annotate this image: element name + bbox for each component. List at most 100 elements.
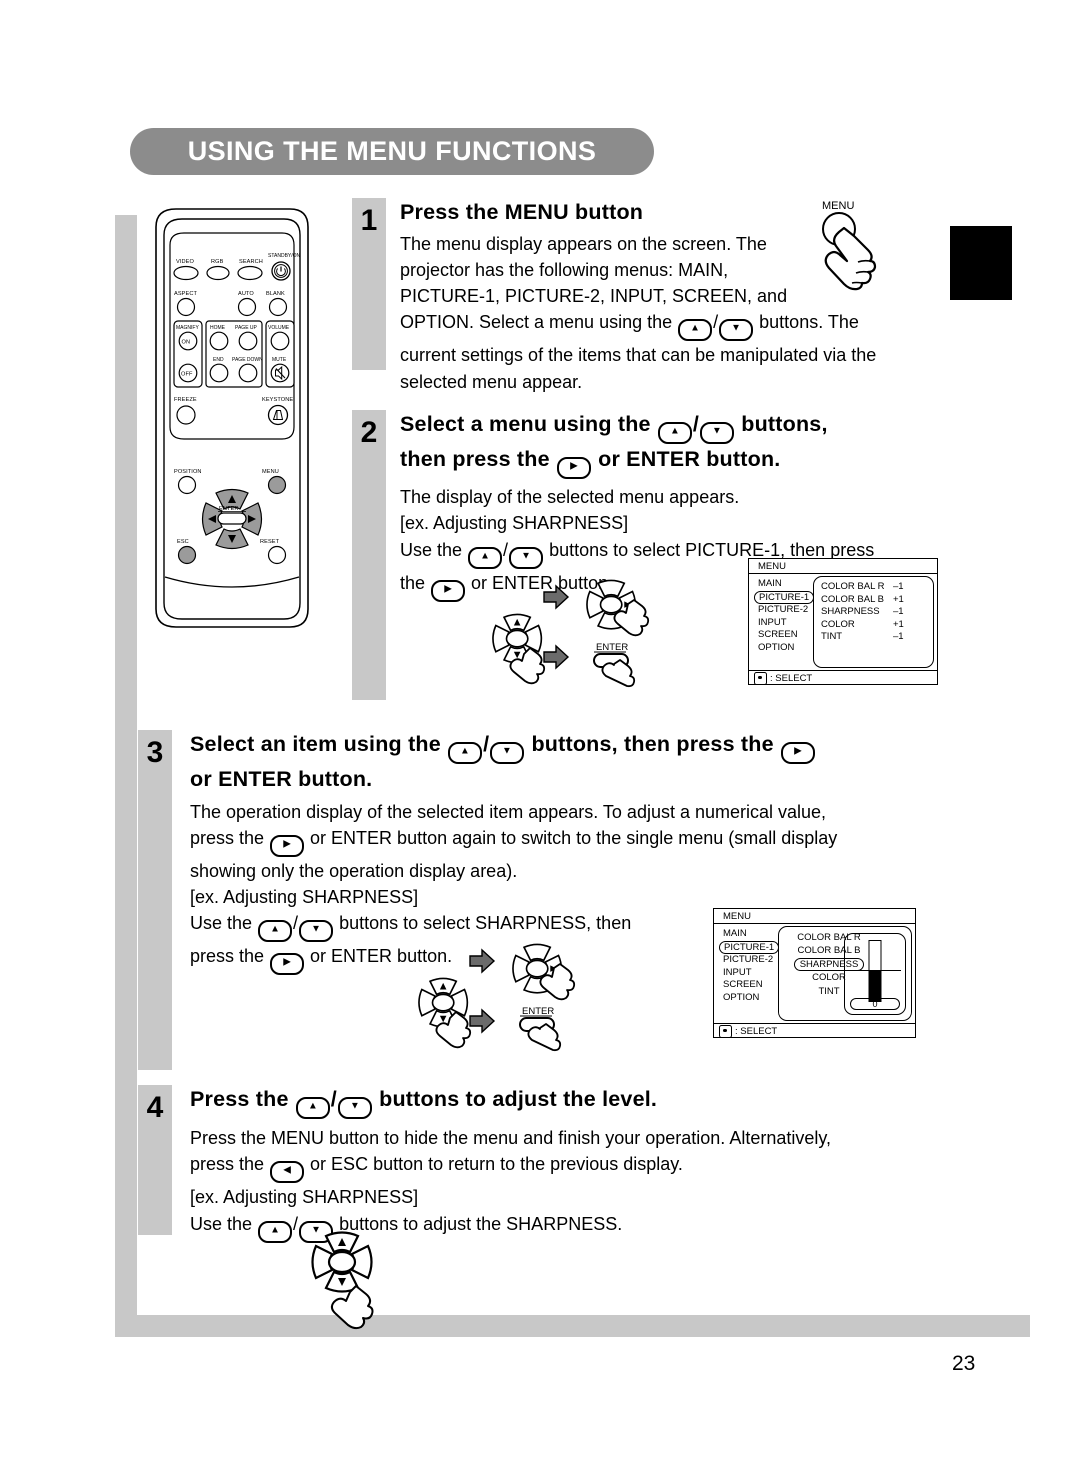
page-title: USING THE MENU FUNCTIONS (187, 136, 597, 166)
figure-select-item-dpad-enter: ENTER (410, 942, 600, 1059)
step-2-number: 2 (352, 410, 386, 700)
svg-text:ASPECT: ASPECT (174, 291, 197, 297)
osd-menu-screenshot-1: MENU MAIN PICTURE-1 PICTURE-2 INPUT SCRE… (748, 558, 938, 685)
svg-text:VOLUME: VOLUME (268, 325, 290, 331)
down-key-glyph: ▼ (299, 920, 334, 943)
step-1-line: selected menu appear. (400, 371, 583, 392)
osd-menu-item-main: MAIN (758, 578, 782, 589)
svg-text:ON: ON (182, 340, 191, 346)
osd-1-footer: : SELECT (749, 670, 937, 685)
svg-text:MENU: MENU (262, 469, 279, 475)
osd-1-row: COLOR BAL B +1 (814, 594, 933, 607)
svg-text:MUTE: MUTE (272, 357, 287, 363)
osd-1-row-value: +1 (893, 618, 904, 630)
right-key-glyph: ▶ (556, 457, 591, 479)
step-1-number: 1 (352, 198, 386, 370)
svg-text:STANDBY/ON: STANDBY/ON (268, 253, 301, 259)
sharpness-slider[interactable]: 0 (844, 933, 906, 1015)
svg-text:ESC: ESC (177, 539, 189, 545)
osd-menu-item-picture2: PICTURE-2 (723, 954, 774, 966)
osd-1-row-value: +1 (893, 593, 904, 605)
enter-button-label: ENTER (522, 1006, 554, 1017)
osd-1-row: SHARPNESS –1 (814, 606, 933, 619)
slider-midline (849, 970, 901, 972)
menu-button-label: MENU (822, 200, 854, 212)
svg-text:BLANK: BLANK (266, 291, 285, 297)
dpad-icon (754, 671, 767, 685)
svg-text:VIDEO: VIDEO (176, 259, 194, 265)
right-key-glyph: ▶ (270, 953, 305, 976)
osd-menu-item-picture1-selected: PICTURE-1 (719, 940, 780, 954)
svg-text:MAGNIFY: MAGNIFY (176, 325, 199, 331)
step-1-line: current settings of the items that can b… (400, 345, 877, 366)
step-4-line: [ex. Adjusting SHARPNESS] (190, 1187, 419, 1208)
osd-menu-item-screen: SCREEN (758, 629, 798, 641)
svg-text:PAGE DOWN: PAGE DOWN (232, 357, 263, 363)
step-3-heading-line2: or ENTER button. (190, 767, 373, 791)
osd-2-settings-panel: COLOR BAL R COLOR BAL B SHARPNESS COLOR … (778, 926, 912, 1021)
svg-text:HOME: HOME (210, 325, 226, 331)
osd-1-menu-list: MAIN PICTURE-1 PICTURE-2 INPUT SCREEN OP… (749, 574, 815, 670)
osd-1-row: TINT –1 (814, 631, 933, 644)
up-key-glyph: ▲ (258, 920, 293, 943)
left-key-glyph: ◀ (270, 1161, 305, 1184)
step-4-number: 4 (138, 1085, 172, 1235)
step-3-line: [ex. Adjusting SHARPNESS] (190, 887, 419, 908)
osd-menu-item-option: OPTION (758, 641, 795, 653)
osd-1-row-name: COLOR BAL R (821, 581, 885, 592)
osd-2-footer: : SELECT (714, 1023, 915, 1038)
svg-text:RESET: RESET (260, 539, 280, 545)
osd-1-row: COLOR +1 (814, 619, 933, 632)
svg-text:KEYSTONE: KEYSTONE (262, 397, 293, 403)
up-key-glyph: ▲ (468, 546, 503, 569)
slider-fill (869, 971, 881, 1001)
step-1-line: OPTION. Select a menu using the ▲ / ▼ butt… (400, 309, 920, 342)
step-2-heading-line1: Select a menu using the ▲ / ▼ buttons, (400, 410, 952, 445)
page-number: 23 (952, 1352, 976, 1375)
osd-menu-item-main: MAIN (723, 928, 747, 939)
up-key-glyph: ▲ (448, 742, 483, 764)
down-key-glyph: ▼ (490, 742, 525, 764)
down-key-glyph: ▼ (719, 319, 754, 342)
osd-menu-item-picture1-selected: PICTURE-1 (754, 590, 815, 604)
osd-2-footer-text: : SELECT (735, 1025, 778, 1037)
page-title-banner: USING THE MENU FUNCTIONS (130, 128, 654, 175)
step-3-line: showing only the operation display area)… (190, 860, 518, 881)
svg-text:FREEZE: FREEZE (174, 397, 197, 403)
osd-1-row: COLOR BAL R –1 (814, 581, 933, 594)
down-key-glyph: ▼ (509, 546, 544, 569)
slider-value: 0 (850, 998, 900, 1010)
osd-2-title: MENU (714, 909, 915, 924)
svg-text:POSITION: POSITION (174, 469, 202, 475)
step-2-line: [ex. Adjusting SHARPNESS] (400, 513, 629, 534)
edge-index-tab (950, 226, 1012, 300)
dpad-icon (719, 1024, 732, 1038)
right-key-glyph: ▶ (431, 579, 466, 602)
svg-text:AUTO: AUTO (238, 291, 254, 297)
enter-button-label: ENTER (596, 642, 628, 653)
svg-text:RGB: RGB (211, 259, 224, 265)
step-2-line: The display of the selected menu appears… (400, 487, 740, 507)
osd-menu-screenshot-2: MENU MAIN PICTURE-1 PICTURE-2 INPUT SCRE… (713, 908, 916, 1038)
osd-1-row-name: COLOR (821, 618, 855, 630)
up-key-glyph: ▲ (295, 1097, 330, 1119)
osd-1-settings-panel: COLOR BAL R –1 COLOR BAL B +1 SHARPNESS … (813, 576, 934, 668)
figure-select-menu-dpad-enter: ENTER (484, 578, 674, 695)
osd-1-row-value: –1 (893, 606, 904, 618)
osd-menu-item-screen: SCREEN (723, 979, 763, 991)
svg-text:SEARCH: SEARCH (239, 259, 263, 265)
remote-control-illustration: VIDEO RGB SEARCH STANDBY/ON ASPECT AUTO … (140, 205, 325, 635)
page-frame-left-bar (115, 215, 137, 1337)
step-2-heading-line2: then press the ▶ or ENTER button. (400, 445, 952, 480)
figure-press-menu-button: MENU (812, 198, 922, 313)
step-3-line: press the ▶ or ENTER button again to swi… (190, 825, 950, 858)
down-key-glyph: ▼ (337, 1097, 372, 1119)
down-key-glyph: ▼ (700, 422, 735, 444)
osd-menu-item-input: INPUT (723, 966, 752, 978)
manual-page: USING THE MENU FUNCTIONS VIDEO RGB SEARC… (0, 0, 1080, 1484)
page-frame-bottom-bar (115, 1315, 1030, 1337)
osd-1-title: MENU (749, 559, 937, 574)
svg-text:PAGE UP: PAGE UP (235, 325, 258, 331)
up-key-glyph: ▲ (678, 319, 713, 342)
right-key-glyph: ▶ (270, 834, 305, 857)
